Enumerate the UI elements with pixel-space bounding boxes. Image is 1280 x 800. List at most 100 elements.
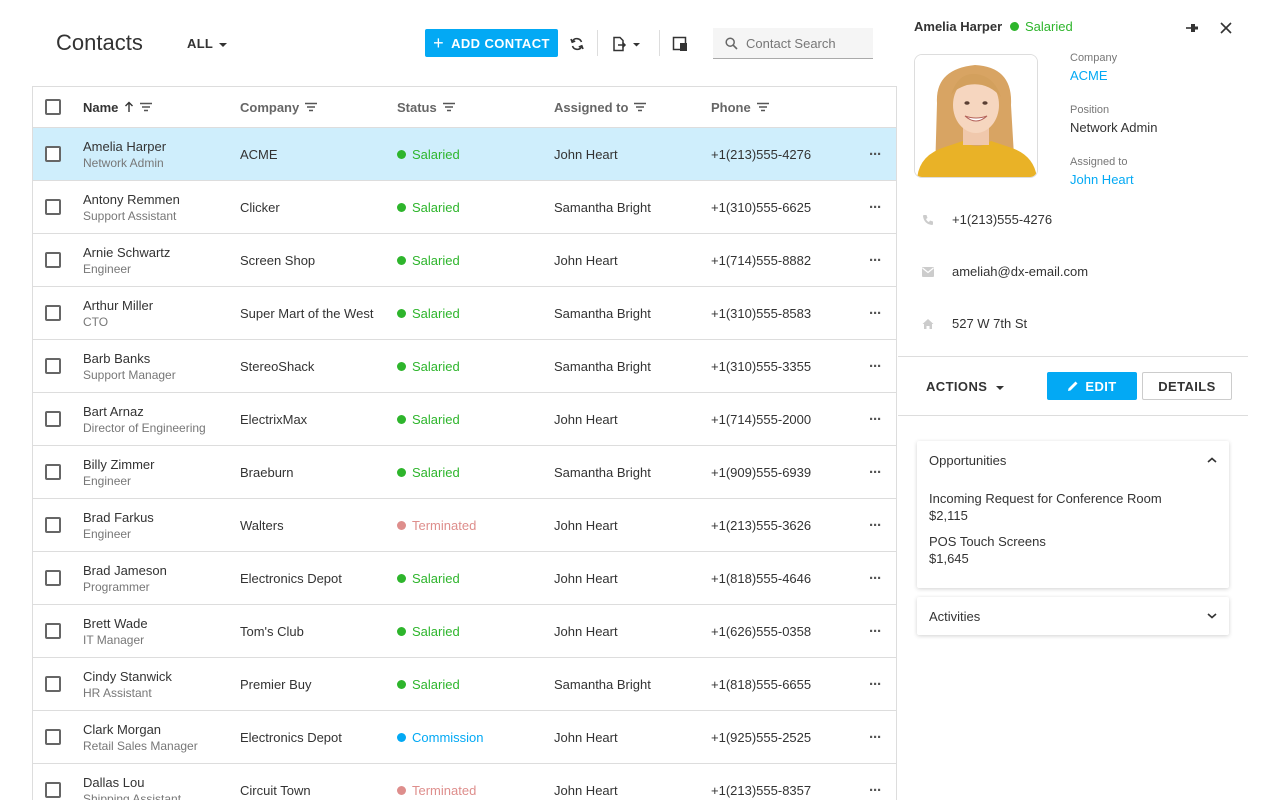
filter-icon[interactable] [756,102,769,112]
contact-name: Barb Banks [83,350,151,366]
status-cell: Salaried [397,147,460,162]
more-options-icon[interactable]: ··· [869,199,882,216]
export-menu-button[interactable] [608,32,644,56]
edit-button[interactable]: EDIT [1047,372,1137,400]
row-checkbox[interactable] [45,305,61,321]
contact-position: IT Manager [83,632,145,647]
filter-icon[interactable] [634,102,647,112]
filter-icon[interactable] [305,102,318,112]
more-options-icon[interactable]: ··· [869,570,882,587]
table-row[interactable]: Antony Remmen Support Assistant Clicker Sal… [33,181,896,234]
more-options-icon[interactable]: ··· [869,358,882,375]
table-row[interactable]: Arthur Miller CTO Super Mart of the West Sa… [33,287,896,340]
more-options-icon[interactable]: ··· [869,782,882,799]
table-row[interactable]: Clark Morgan Retail Sales Manager Electron… [33,711,896,764]
status-label: Salaried [412,252,460,268]
table-row[interactable]: Arnie Schwartz Engineer Screen Shop Salarie… [33,234,896,287]
more-options-icon[interactable]: ··· [869,305,882,322]
header-name-label: Name [83,99,119,115]
activities-header[interactable]: Activities [917,597,1229,635]
phone-cell: +1(818)555-6655 [711,676,812,692]
more-options-icon[interactable]: ··· [869,623,882,640]
more-options-icon[interactable]: ··· [869,411,882,428]
more-options-icon[interactable]: ··· [869,729,882,746]
table-row[interactable]: Cindy Stanwick HR Assistant Premier Buy Sal… [33,658,896,711]
header-assigned-label: Assigned to [554,99,629,115]
status-dot-icon [397,573,406,583]
row-checkbox[interactable] [45,676,61,692]
opportunity-title: Incoming Request for Conference Room [929,491,1162,506]
opportunities-header[interactable]: Opportunities [917,441,1229,479]
row-checkbox[interactable] [45,517,61,533]
assigned-link[interactable]: John Heart [1070,172,1134,187]
contact-name: Amelia Harper [83,138,167,154]
details-button[interactable]: DETAILS [1142,372,1232,400]
header-phone-label: Phone [711,99,751,115]
column-chooser-icon[interactable] [668,32,692,56]
status-filter-dropdown[interactable]: ALL [187,36,228,51]
table-row[interactable]: Brad Jameson Programmer Electronics Depot S… [33,552,896,605]
status-cell: Salaried [397,412,460,427]
row-checkbox[interactable] [45,146,61,162]
actions-dropdown[interactable]: ACTIONS [926,379,1005,394]
contact-name-cell: Brad Farkus Engineer [83,510,154,541]
pin-icon[interactable] [1182,18,1202,38]
phone-cell: +1(213)555-4276 [711,146,812,162]
more-options-icon[interactable]: ··· [869,146,882,163]
chevron-up-icon[interactable] [1207,457,1217,463]
row-checkbox[interactable] [45,729,61,745]
table-row[interactable]: Bart Arnaz Director of Engineering Electri… [33,393,896,446]
address-value: 527 W 7th St [952,316,1028,331]
panel-divider [898,415,1248,416]
status-cell: Salaried [397,465,460,480]
sort-ascending-icon [125,101,134,112]
contact-position: Programmer [83,579,150,594]
refresh-icon[interactable] [565,32,589,56]
email-value[interactable]: ameliah@dx-email.com [952,264,1088,279]
table-row[interactable]: Brad Farkus Engineer Walters Terminated John… [33,499,896,552]
search-input[interactable] [746,35,866,51]
header-name[interactable]: Name [83,99,153,115]
assigned-cell: Samantha Bright [554,676,651,692]
table-row[interactable]: Dallas Lou Shipping Assistant Circuit Town… [33,764,896,800]
table-row[interactable]: Brett Wade IT Manager Tom's Club Salaried Jo… [33,605,896,658]
contact-position: Engineer [83,261,132,276]
more-options-icon[interactable]: ··· [869,252,882,269]
details-label: DETAILS [1158,378,1216,394]
header-company[interactable]: Company [240,100,318,115]
filter-icon[interactable] [442,102,455,112]
status-label: Salaried [412,358,460,374]
contact-position: Engineer [83,473,132,488]
table-row[interactable]: Billy Zimmer Engineer Braeburn Salaried Sama… [33,446,896,499]
row-checkbox[interactable] [45,199,61,215]
header-phone[interactable]: Phone [711,100,769,115]
add-contact-button[interactable]: + ADD CONTACT [425,29,558,57]
table-row[interactable]: Amelia Harper Network Admin ACME Salaried Jo… [33,128,896,181]
row-checkbox[interactable] [45,623,61,639]
more-options-icon[interactable]: ··· [869,464,882,481]
header-status[interactable]: Status [397,100,455,115]
row-checkbox[interactable] [45,782,61,798]
header-assigned[interactable]: Assigned to [554,99,647,115]
contact-photo [914,54,1038,178]
chevron-down-icon[interactable] [1207,613,1217,619]
company-link[interactable]: ACME [1070,68,1108,83]
status-label: Salaried [412,570,460,586]
status-cell: Salaried [397,624,460,639]
row-checkbox[interactable] [45,464,61,480]
chevron-down-icon [219,42,228,47]
table-row[interactable]: Barb Banks Support Manager StereoShack Sala… [33,340,896,393]
contact-search[interactable] [713,28,873,59]
phone-value[interactable]: +1(213)555-4276 [952,212,1052,227]
row-checkbox[interactable] [45,411,61,427]
status-dot-icon [397,732,406,742]
more-options-icon[interactable]: ··· [869,676,882,693]
assigned-label: Assigned to [1070,156,1128,168]
select-all-checkbox[interactable] [45,99,61,115]
filter-icon[interactable] [140,102,153,112]
row-checkbox[interactable] [45,252,61,268]
row-checkbox[interactable] [45,570,61,586]
more-options-icon[interactable]: ··· [869,517,882,534]
close-icon[interactable] [1216,18,1236,38]
row-checkbox[interactable] [45,358,61,374]
